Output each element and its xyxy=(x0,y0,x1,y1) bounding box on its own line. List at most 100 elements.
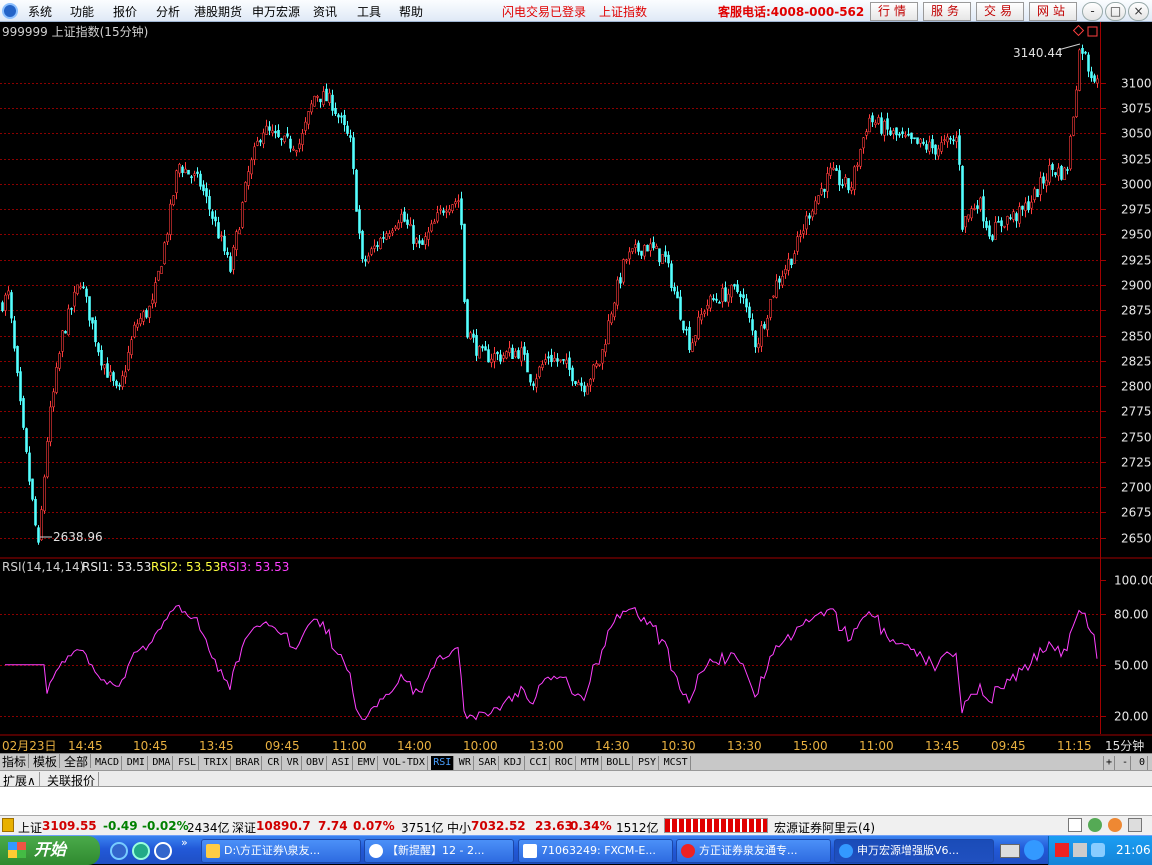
task-fangzheng[interactable]: 方正证券泉友通专... xyxy=(676,839,831,863)
trade-button[interactable]: 交易 xyxy=(976,2,1024,21)
menu-news[interactable]: 资讯 xyxy=(313,3,337,20)
candle-body xyxy=(745,298,748,308)
clock[interactable]: 21:06 xyxy=(1116,843,1151,857)
indicator-tab-dmi[interactable]: DMI xyxy=(125,756,148,770)
ie-icon[interactable] xyxy=(110,842,128,860)
indicator-tab-wr[interactable]: WR xyxy=(457,756,474,770)
indicator-tab-mcst[interactable]: MCST xyxy=(662,756,691,770)
server-name[interactable]: 宏源证券阿里云(4) xyxy=(774,819,875,836)
tray-red-icon[interactable] xyxy=(1055,843,1069,857)
sh-name[interactable]: 上证 xyxy=(18,819,42,836)
candle-body xyxy=(19,371,22,402)
browser-icon[interactable] xyxy=(154,842,172,860)
message-icon[interactable] xyxy=(1108,818,1122,832)
tray-icon[interactable] xyxy=(1024,840,1044,860)
menu-analysis[interactable]: 分析 xyxy=(156,3,180,20)
indicator-tab-rsi[interactable]: RSI xyxy=(431,756,455,770)
shield-icon[interactable] xyxy=(1091,843,1105,857)
quick-launch-icon[interactable] xyxy=(132,842,150,860)
candle-body xyxy=(691,342,694,352)
indicator-tab-dma[interactable]: DMA xyxy=(150,756,174,770)
tab-template[interactable]: 模板 xyxy=(31,754,61,769)
candle-body xyxy=(517,350,520,359)
candle-body xyxy=(865,131,868,136)
menu-hk-futures[interactable]: 港股期货 xyxy=(194,3,242,20)
menu-system[interactable]: 系统 xyxy=(28,3,52,20)
task-folder[interactable]: D:\方正证券\泉友... xyxy=(201,839,361,863)
candle-body xyxy=(394,226,397,230)
menu-function[interactable]: 功能 xyxy=(70,3,94,20)
candle-body xyxy=(1078,49,1081,91)
app-logo-icon[interactable] xyxy=(2,3,18,19)
minimize-button[interactable]: - xyxy=(1082,2,1103,21)
sz-name[interactable]: 深证 xyxy=(232,819,256,836)
candle-body xyxy=(31,478,34,500)
signal-icon[interactable] xyxy=(1088,818,1102,832)
indicator-tab-vol-tdx[interactable]: VOL-TDX xyxy=(381,756,428,770)
indicator-tab-vr[interactable]: VR xyxy=(285,756,302,770)
candle-body xyxy=(625,259,628,262)
candle-body xyxy=(1063,167,1066,181)
indicator-tab-macd[interactable]: MACD xyxy=(93,756,123,770)
indicator-tab-mtm[interactable]: MTM xyxy=(579,756,602,770)
indicator-tab-cci[interactable]: CCI xyxy=(527,756,551,770)
start-button[interactable]: 开始 xyxy=(0,836,100,865)
candle-body xyxy=(175,170,178,194)
indicator-tab-roc[interactable]: ROC xyxy=(553,756,577,770)
candle-body xyxy=(508,347,511,353)
candle-body xyxy=(1081,48,1084,54)
period-label[interactable]: 15分钟 xyxy=(1105,738,1144,753)
current-index-notice[interactable]: 上证指数 xyxy=(599,3,647,20)
indicator-tab-fsl[interactable]: FSL xyxy=(176,756,200,770)
indicator-tab-trix[interactable]: TRIX xyxy=(202,756,231,770)
kline-chart[interactable]: 3100 3075 3050 3025 3000 2975 2950 2925 2900 2875… xyxy=(0,22,1152,756)
indicator-tab-cr[interactable]: CR xyxy=(265,756,283,770)
tab-indicator[interactable]: 指标 xyxy=(0,754,30,769)
lock-icon[interactable] xyxy=(2,818,14,832)
tab-all[interactable]: 全部 xyxy=(62,754,92,769)
website-button[interactable]: 网站 xyxy=(1029,2,1077,21)
indicator-tab-brar[interactable]: BRAR xyxy=(233,756,263,770)
keyboard-icon[interactable] xyxy=(1000,844,1020,858)
lock-screen-icon[interactable] xyxy=(1128,818,1142,832)
zx-name[interactable]: 中小 xyxy=(447,819,471,836)
expand-chevron-icon[interactable]: » xyxy=(181,836,188,849)
candle-body xyxy=(373,245,376,249)
task-browser[interactable]: 【新提醒】12 - 2... xyxy=(364,839,514,863)
indicator-tab-asi[interactable]: ASI xyxy=(330,756,353,770)
quotes-button[interactable]: 行情 xyxy=(870,2,918,21)
rsi-params-label: RSI(14,14,14) xyxy=(2,560,84,574)
candle-body xyxy=(493,353,496,362)
menu-quote[interactable]: 报价 xyxy=(113,3,137,20)
candle-body xyxy=(787,258,790,271)
reset-button[interactable]: 0 xyxy=(1137,756,1149,770)
service-button[interactable]: 服务 xyxy=(923,2,971,21)
task-swhy-active[interactable]: 申万宏源增强版V6... xyxy=(834,839,994,863)
chart-area[interactable]: 3100 3075 3050 3025 3000 2975 2950 2925 2900 2875… xyxy=(0,22,1152,756)
zoom-out-button[interactable]: - xyxy=(1120,756,1132,770)
candle-body xyxy=(649,243,652,252)
screen-icon[interactable] xyxy=(1068,818,1082,832)
menu-tools[interactable]: 工具 xyxy=(357,3,381,20)
zoom-in-button[interactable]: + xyxy=(1103,756,1116,770)
menu-help[interactable]: 帮助 xyxy=(399,3,423,20)
diamond-icon[interactable] xyxy=(1072,24,1085,37)
candle-body xyxy=(313,95,316,107)
restore-chart-icon[interactable] xyxy=(1087,26,1098,37)
task-fxcm[interactable]: 71063249: FXCM-E... xyxy=(518,839,673,863)
indicator-tab-kdj[interactable]: KDJ xyxy=(502,756,525,770)
indicator-tab-emv[interactable]: EMV xyxy=(355,756,379,770)
close-button[interactable]: × xyxy=(1128,2,1149,21)
candle-body xyxy=(214,216,217,222)
candle-body xyxy=(928,141,931,152)
trade-login-notice[interactable]: 闪电交易已登录 xyxy=(502,3,586,20)
candle-body xyxy=(703,311,706,314)
indicator-tab-obv[interactable]: OBV xyxy=(304,756,328,770)
indicator-tab-psy[interactable]: PSY xyxy=(636,756,660,770)
indicator-tab-boll[interactable]: BOLL xyxy=(604,756,634,770)
candle-body xyxy=(382,237,385,239)
menu-swhy[interactable]: 申万宏源 xyxy=(252,3,300,20)
network-icon[interactable] xyxy=(1073,843,1087,857)
indicator-tab-sar[interactable]: SAR xyxy=(476,756,500,770)
restore-button[interactable]: □ xyxy=(1105,2,1126,21)
